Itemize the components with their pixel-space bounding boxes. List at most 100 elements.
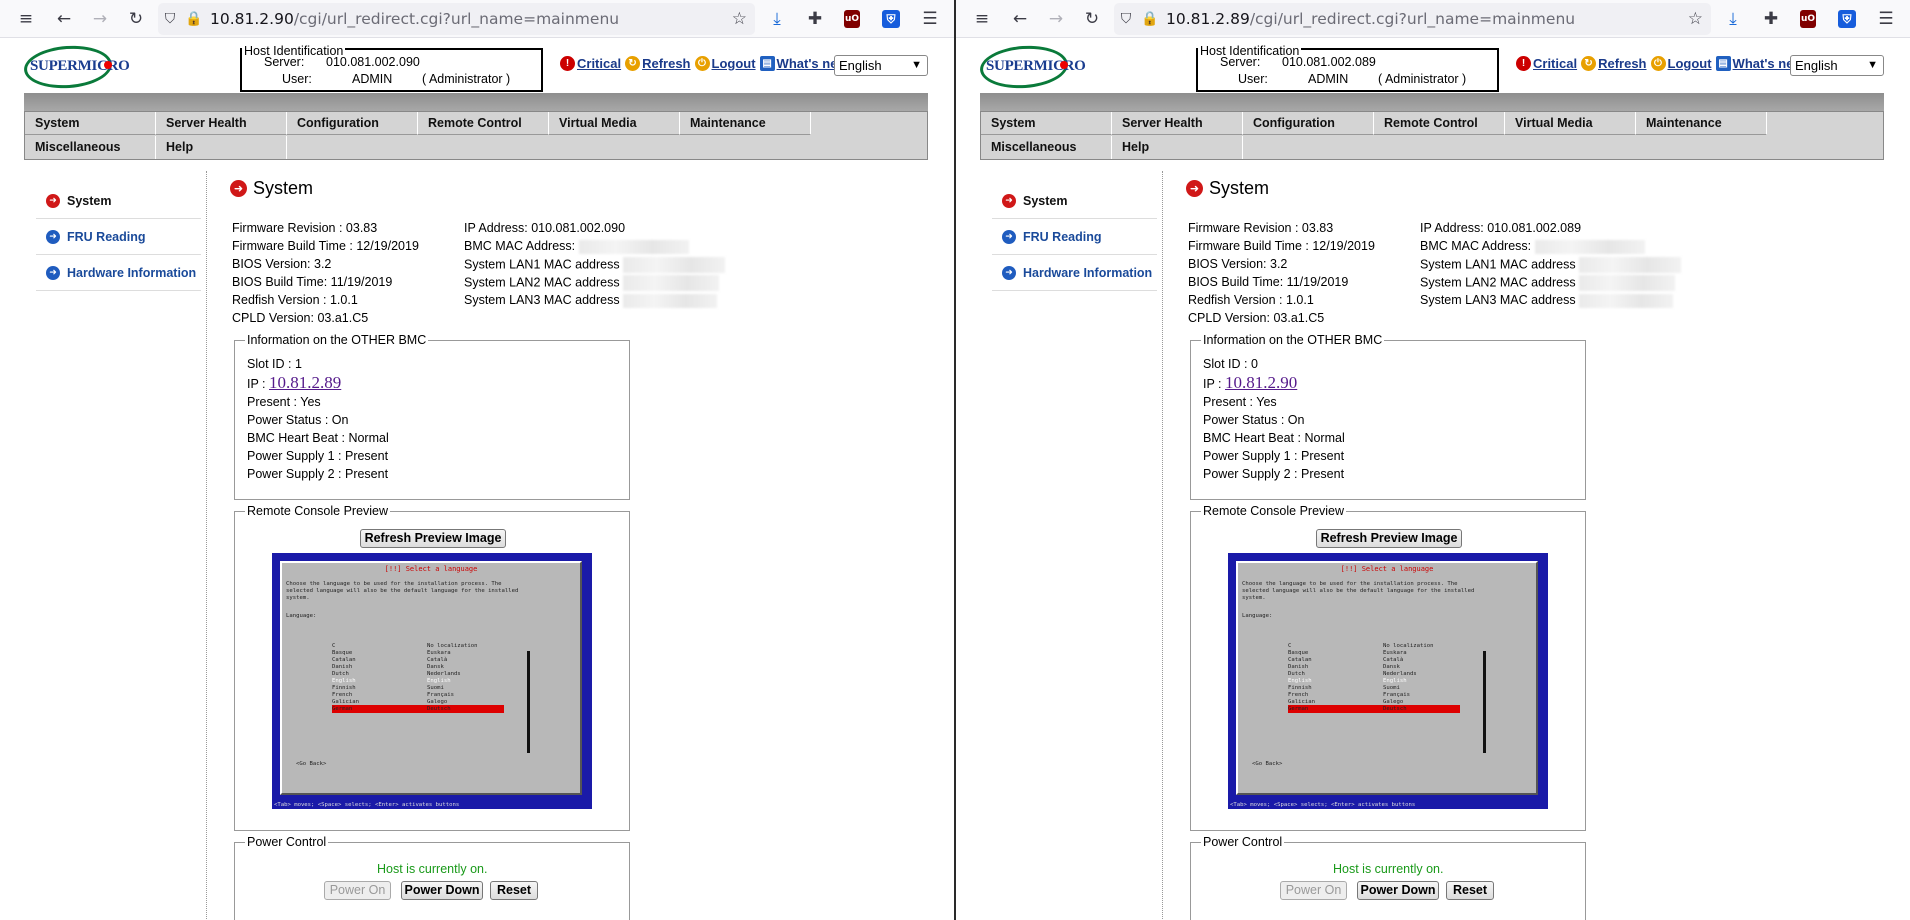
console-text-line: Catalan [332, 657, 356, 663]
console-preview-image[interactable]: [!!] Select a language Choose the langua… [1228, 553, 1548, 809]
bitwarden-icon[interactable]: ⛨ [877, 0, 905, 38]
slot-id: Slot ID : 0 [1203, 357, 1258, 371]
extensions-icon[interactable]: ✚ [801, 0, 829, 38]
logout-icon: ⏻ [694, 56, 710, 71]
cpld-version: CPLD Version: 03.a1.C5 [1188, 311, 1325, 325]
menu-configuration[interactable]: Configuration [1243, 112, 1374, 135]
bookmark-star-icon[interactable]: ☆ [1688, 3, 1703, 35]
app-menu-icon[interactable]: ☰ [1872, 0, 1900, 38]
sidebar-toggle-icon[interactable]: ≡ [12, 0, 40, 38]
refresh-link[interactable]: Refresh [642, 56, 690, 71]
firmware-revision: Firmware Revision : 03.83 [1188, 221, 1334, 235]
url-text[interactable]: 10.81.2.89/cgi/url_redirect.cgi?url_name… [1166, 10, 1575, 28]
sidebar-item-fru-reading[interactable]: ➜ FRU Reading [992, 219, 1157, 255]
bitwarden-icon[interactable]: ⛨ [1833, 0, 1861, 38]
menu-virtual-media[interactable]: Virtual Media [1505, 112, 1636, 135]
lock-icon[interactable]: 🔒 [1138, 11, 1162, 27]
forward-icon[interactable]: → [1042, 0, 1070, 38]
supermicro-logo[interactable]: SUPERMICRO [978, 42, 1086, 92]
console-text-line: Catalan [1288, 657, 1312, 663]
console-text-line: Danish [332, 664, 353, 670]
menu-remote-control[interactable]: Remote Control [1374, 112, 1505, 135]
menu-configuration[interactable]: Configuration [287, 112, 418, 135]
supermicro-logo[interactable]: SUPERMICRO [22, 42, 130, 92]
present-status: Present : Yes [247, 395, 321, 409]
reload-icon[interactable]: ↻ [122, 0, 150, 38]
language-select[interactable]: English ▼ [1790, 55, 1884, 76]
menu-help[interactable]: Help [1112, 136, 1243, 159]
logout-link[interactable]: Logout [1668, 56, 1712, 71]
shield-icon[interactable]: ⛉ [158, 11, 182, 27]
downloads-icon[interactable]: ⤓ [1719, 0, 1747, 38]
host-identification: Host Identification Server: 010.081.002.… [240, 44, 543, 92]
shield-icon[interactable]: ⛉ [1114, 11, 1138, 27]
power-on-button[interactable]: Power On [324, 881, 391, 900]
app-menu-icon[interactable]: ☰ [916, 0, 944, 38]
console-text-line: Dansk [427, 664, 444, 670]
back-icon[interactable]: ← [1006, 0, 1034, 38]
sidebar-item-hardware-information[interactable]: ➜ Hardware Information [992, 255, 1157, 291]
menu-help[interactable]: Help [156, 136, 287, 159]
menu-system[interactable]: System [25, 112, 156, 135]
redacted-value [623, 257, 726, 273]
reset-button[interactable]: Reset [490, 881, 538, 900]
console-text-line: Dutch [332, 671, 349, 677]
other-bmc-ip-link[interactable]: 10.81.2.90 [1225, 373, 1297, 392]
console-text-line: Finnish [332, 685, 356, 691]
downloads-icon[interactable]: ⤓ [763, 0, 791, 38]
ublock-icon[interactable]: uO [838, 0, 866, 38]
bmc-heart-beat: BMC Heart Beat : Normal [247, 431, 389, 445]
back-icon[interactable]: ← [50, 0, 78, 38]
menu-system[interactable]: System [981, 112, 1112, 135]
menu-miscellaneous[interactable]: Miscellaneous [981, 136, 1112, 159]
console-text-line: Nederlands [427, 671, 461, 677]
other-bmc-info: Information on the OTHER BMC Slot ID : 0… [1190, 333, 1586, 500]
url-bar[interactable]: ⛉ 🔒 10.81.2.89/cgi/url_redirect.cgi?url_… [1114, 3, 1711, 35]
menu-server-health[interactable]: Server Health [156, 112, 287, 135]
critical-link[interactable]: Critical [1533, 56, 1577, 71]
refresh-preview-button[interactable]: Refresh Preview Image [360, 529, 506, 548]
url-bar[interactable]: ⛉ 🔒 10.81.2.90/cgi/url_redirect.cgi?url_… [158, 3, 755, 35]
menu-remote-control[interactable]: Remote Control [418, 112, 549, 135]
menu-maintenance[interactable]: Maintenance [1636, 112, 1767, 135]
refresh-preview-button[interactable]: Refresh Preview Image [1316, 529, 1462, 548]
sidebar-divider [1162, 171, 1163, 920]
menu-virtual-media[interactable]: Virtual Media [549, 112, 680, 135]
menu-server-health[interactable]: Server Health [1112, 112, 1243, 135]
sidebar-toggle-icon[interactable]: ≡ [968, 0, 996, 38]
sidebar-item-system[interactable]: ➜ System [36, 183, 201, 219]
browser-pane-left: ≡ ← → ↻ ⛉ 🔒 10.81.2.90/cgi/url_redirect.… [0, 0, 954, 920]
ublock-icon[interactable]: uO [1794, 0, 1822, 38]
bios-version: BIOS Version: 3.2 [1188, 257, 1288, 271]
extensions-icon[interactable]: ✚ [1757, 0, 1785, 38]
refresh-link[interactable]: Refresh [1598, 56, 1646, 71]
power-down-button[interactable]: Power Down [401, 881, 483, 900]
critical-link[interactable]: Critical [577, 56, 621, 71]
sidebar-item-system[interactable]: ➜ System [992, 183, 1157, 219]
console-text-line: Galician [332, 699, 359, 705]
sidebar-item-hardware-information[interactable]: ➜ Hardware Information [36, 255, 201, 291]
language-select[interactable]: English ▼ [834, 55, 928, 76]
url-text[interactable]: 10.81.2.90/cgi/url_redirect.cgi?url_name… [210, 10, 619, 28]
sidebar-divider [206, 171, 207, 920]
power-status: Power Status : On [1203, 413, 1305, 427]
bios-build-time: BIOS Build Time: 11/19/2019 [232, 275, 393, 289]
header-links: ! Critical ↻ Refresh ⏻ Logout ▤ What's n… [560, 56, 852, 71]
forward-icon[interactable]: → [86, 0, 114, 38]
logout-link[interactable]: Logout [712, 56, 756, 71]
power-down-button[interactable]: Power Down [1357, 881, 1439, 900]
lock-icon[interactable]: 🔒 [182, 11, 206, 27]
lan1-mac-address: System LAN1 MAC address [464, 257, 726, 273]
other-bmc-ip-link[interactable]: 10.81.2.89 [269, 373, 341, 392]
console-preview-image[interactable]: [!!] Select a language Choose the langua… [272, 553, 592, 809]
reload-icon[interactable]: ↻ [1078, 0, 1106, 38]
menu-maintenance[interactable]: Maintenance [680, 112, 811, 135]
reset-button[interactable]: Reset [1446, 881, 1494, 900]
lan3-mac-address: System LAN3 MAC address [1420, 293, 1674, 308]
bookmark-star-icon[interactable]: ☆ [732, 3, 747, 35]
lan3-mac-address: System LAN3 MAC address [464, 293, 718, 308]
power-on-button[interactable]: Power On [1280, 881, 1347, 900]
sidebar-item-fru-reading[interactable]: ➜ FRU Reading [36, 219, 201, 255]
menu-miscellaneous[interactable]: Miscellaneous [25, 136, 156, 159]
header-gray-bar [980, 93, 1884, 111]
